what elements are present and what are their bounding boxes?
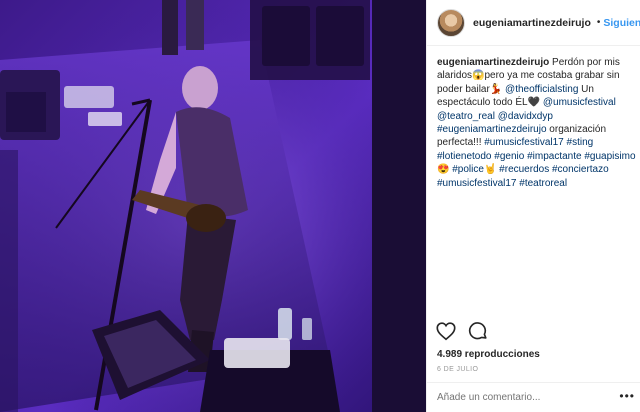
caption-text-segment: 🤘 [483,164,500,176]
hashtag-link[interactable]: #lotienetodo [437,151,492,162]
following-button[interactable]: Siguiendo [603,17,640,29]
concert-video-frame [0,0,426,412]
comment-input[interactable] [437,392,617,403]
like-button[interactable] [435,320,457,347]
hashtag-link[interactable]: #guapisimo [584,151,635,162]
hashtag-link[interactable]: #conciertazo [552,164,609,175]
mention-link[interactable]: @teatro_real [437,111,495,122]
post-date[interactable]: 6 DE JULIO [437,366,478,373]
post-caption: eugeniamartinezdeirujo Perdón por mis al… [437,56,637,190]
hashtag-link[interactable]: #police [452,164,484,175]
mention-link[interactable]: @davidxdyp [498,111,553,122]
caption-text: Perdón por mis alaridos😱pero ya me costa… [437,57,636,189]
avatar[interactable] [437,8,465,37]
post-actions [435,320,489,347]
hashtag-link[interactable]: #sting [567,137,594,148]
hashtag-link[interactable]: #teatroreal [519,178,567,189]
hashtag-link[interactable]: #umusicfestival17 [437,178,516,189]
hashtag-link[interactable]: #umusicfestival17 [484,137,563,148]
comment-button[interactable] [467,320,489,347]
hashtag-link[interactable]: #recuerdos [499,164,549,175]
mention-link[interactable]: @theofficialsting [505,84,578,95]
heart-icon [436,322,456,341]
caption-username[interactable]: eugeniamartinezdeirujo [437,57,549,68]
hashtag-link[interactable]: #genio [494,151,524,162]
post-author-username[interactable]: eugeniamartinezdeirujo [473,17,591,29]
more-options-icon[interactable]: ••• [619,389,635,403]
post-side-panel: eugeniamartinezdeirujo • Siguiendo eugen… [426,0,640,412]
caption-text-segment: 😍 [437,164,453,176]
comment-bubble-icon [468,322,487,340]
hashtag-link[interactable]: #impactante [527,151,581,162]
comment-bar: ••• [427,382,640,412]
hashtag-link[interactable]: #eugeniamartinezdeirujo [437,124,547,135]
mention-link[interactable]: @umusicfestival [543,97,616,108]
post-header: eugeniamartinezdeirujo • Siguiendo [427,0,640,46]
header-separator: • [596,17,601,28]
view-count[interactable]: 4.989 reproducciones [437,349,540,360]
post-video[interactable] [0,0,426,412]
